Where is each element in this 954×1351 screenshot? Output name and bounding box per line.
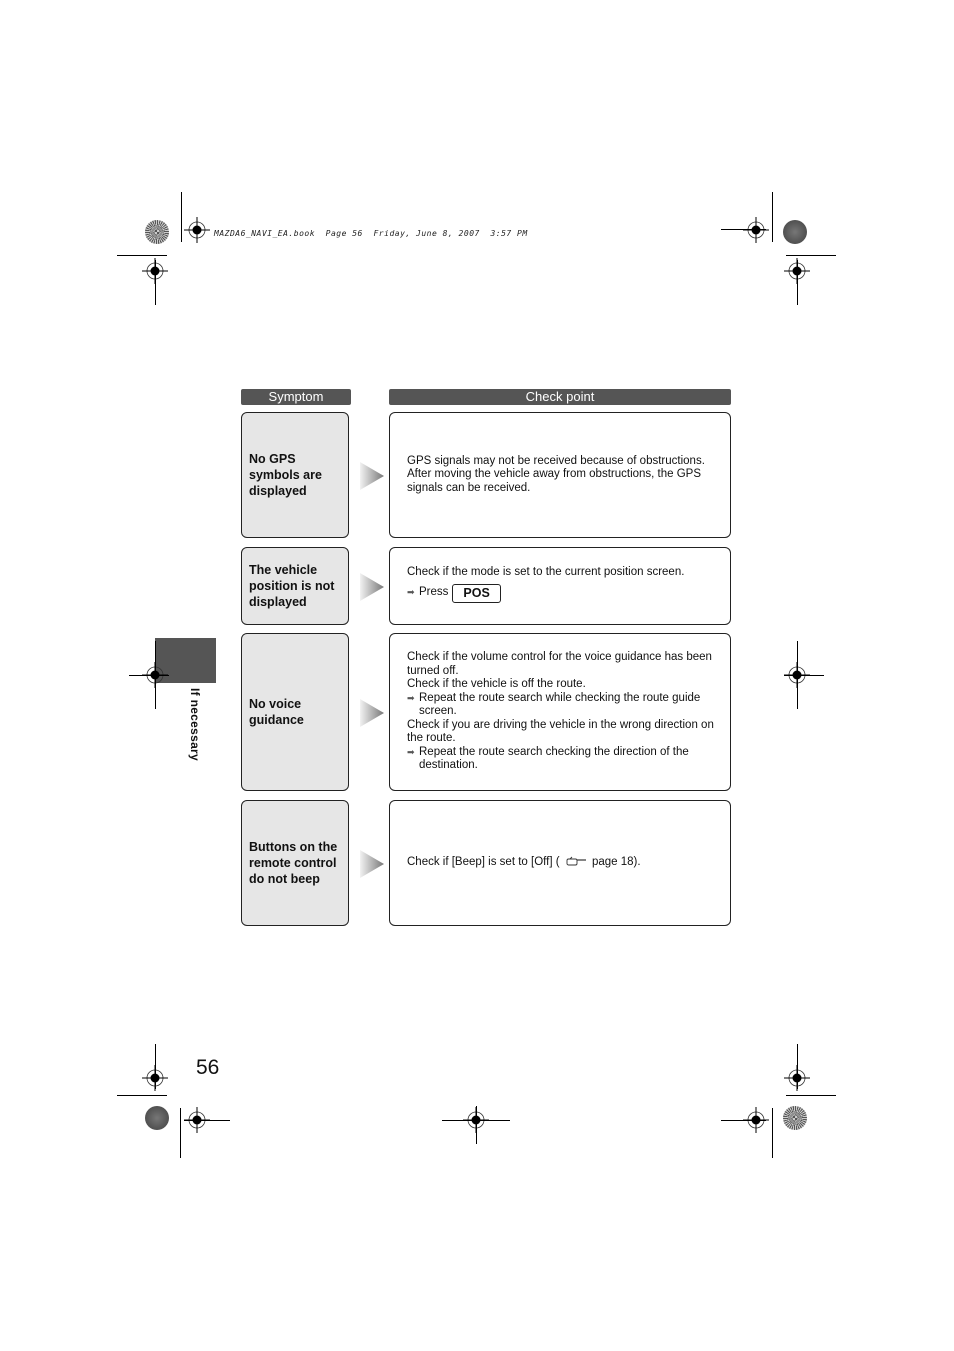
color-registration-disc [783, 220, 807, 244]
crop-mark [797, 260, 798, 305]
check-text: Check if the mode is set to the current … [407, 566, 685, 578]
row-arrow-icon [360, 573, 384, 601]
crop-mark [772, 1108, 773, 1158]
check-point-cell: Check if the volume control for the voic… [389, 633, 731, 791]
row-arrow-icon [360, 850, 384, 878]
check-point-cell: GPS signals may not be received because … [389, 412, 731, 538]
check-text: Check if you are driving the vehicle in … [407, 718, 714, 745]
crop-mark [155, 641, 156, 709]
symptom-cell: No GPS symbols are displayed [241, 412, 349, 538]
press-instruction: ➡ Press POS [407, 583, 722, 603]
arrow-bullet-icon: ➡ [407, 587, 415, 598]
pointing-hand-icon [566, 856, 586, 866]
crop-mark [181, 192, 182, 242]
crop-mark [797, 641, 798, 709]
crop-mark [786, 1095, 836, 1096]
bullet-text: Repeat the route search checking the dir… [419, 745, 689, 772]
crop-mark [772, 192, 773, 242]
registration-mark-icon [184, 217, 210, 243]
arrow-bullet-icon: ➡ [407, 746, 415, 757]
symptom-text: No voice guidance [249, 697, 304, 727]
page-number: 56 [196, 1056, 220, 1079]
crop-mark [784, 675, 824, 676]
row-arrow-icon [360, 462, 384, 490]
crop-mark [155, 260, 156, 305]
crop-mark [721, 229, 766, 230]
section-tab-label: If necessary [188, 688, 202, 761]
crop-mark [721, 1120, 766, 1121]
check-text: GPS signals may not be received because … [407, 454, 705, 494]
check-reference: Check if [Beep] is set to [Off] ( page 1… [407, 856, 722, 870]
symptom-text: No GPS symbols are displayed [249, 452, 322, 498]
crop-mark [476, 1106, 477, 1144]
symptom-cell: No voice guidance [241, 633, 349, 791]
check-text: Check if the volume control for the voic… [407, 651, 712, 677]
color-registration-disc [783, 1106, 807, 1130]
crop-mark [180, 1108, 181, 1158]
check-bullet: ➡ Repeat the route search while checking… [407, 692, 722, 719]
pos-button: POS [452, 583, 501, 603]
check-point-column-header: Check point [389, 389, 731, 405]
check-point-cell: Check if the mode is set to the current … [389, 547, 731, 625]
crop-mark [117, 1095, 167, 1096]
check-point-cell: Check if [Beep] is set to [Off] ( page 1… [389, 800, 731, 926]
arrow-bullet-icon: ➡ [407, 692, 415, 703]
color-registration-disc [145, 1106, 169, 1130]
registration-mark-icon [784, 1065, 810, 1091]
page-reference: page 18). [591, 856, 641, 869]
row-arrow-icon [360, 699, 384, 727]
check-text: Check if the vehicle is off the route. [407, 678, 586, 691]
symptom-text: Buttons on the remote control do not bee… [249, 840, 338, 886]
symptom-column-header: Symptom [241, 389, 351, 405]
print-header: MAZDA6_NAVI_EA.book Page 56 Friday, June… [214, 229, 528, 238]
check-text: Check if [Beep] is set to [Off] ( [407, 856, 560, 869]
check-bullet: ➡ Repeat the route search checking the d… [407, 746, 722, 773]
press-label: Press [419, 586, 449, 599]
registration-mark-icon [142, 1065, 168, 1091]
symptom-cell: Buttons on the remote control do not bee… [241, 800, 349, 926]
symptom-text: The vehicle position is not displayed [249, 563, 335, 609]
crop-mark [184, 1120, 230, 1121]
registration-mark-icon [743, 217, 769, 243]
symptom-cell: The vehicle position is not displayed [241, 547, 349, 625]
crop-mark [117, 255, 167, 256]
bullet-text: Repeat the route search while checking t… [419, 691, 701, 718]
crop-mark [129, 675, 169, 676]
crop-mark [786, 255, 836, 256]
color-registration-disc [145, 220, 169, 244]
